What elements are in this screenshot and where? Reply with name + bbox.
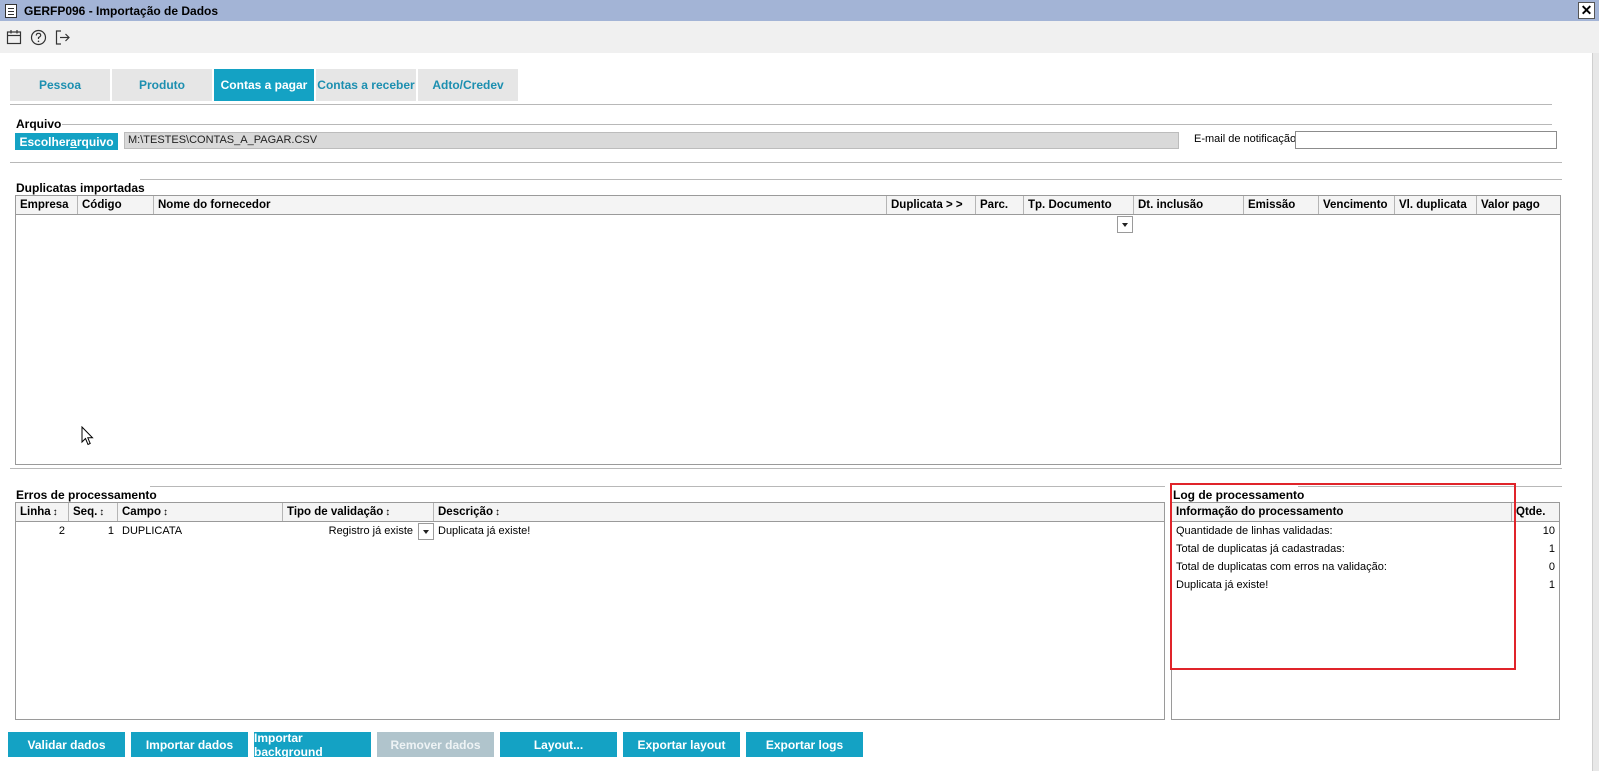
column-header[interactable]: Emissão — [1244, 196, 1319, 214]
action-bar: Validar dados Importar dados Importar ba… — [8, 731, 869, 759]
divider — [1298, 486, 1562, 487]
divider — [10, 468, 1562, 469]
table-header: Linha ↕ Seq. ↕ Campo ↕ Tipo de validação ↕ D… — [16, 503, 1164, 522]
importar-dados-button[interactable]: Importar dados — [131, 732, 248, 757]
cell-info: Total de duplicatas com erros na validaç… — [1176, 561, 1387, 573]
column-header[interactable]: Vencimento — [1319, 196, 1395, 214]
cell-seq: 1 — [107, 525, 114, 537]
tab-pessoa[interactable]: Pessoa — [10, 69, 110, 101]
email-label: E-mail de notificação — [1194, 133, 1297, 145]
column-header[interactable]: Dt. inclusão — [1134, 196, 1244, 214]
erros-table: Linha ↕ Seq. ↕ Campo ↕ Tipo de validação ↕ D… — [15, 502, 1165, 720]
column-header[interactable]: Parc. — [976, 196, 1024, 214]
cell-descricao: Duplicata já existe! — [438, 525, 531, 537]
table-row[interactable]: Total de duplicatas já cadastradas: 1 — [1172, 540, 1559, 558]
table-row[interactable]: Total de duplicatas com erros na validaç… — [1172, 558, 1559, 576]
cell-info: Quantidade de linhas validadas: — [1176, 525, 1333, 537]
column-header-descricao[interactable]: Descrição ↕ — [434, 503, 1164, 521]
layout-button[interactable]: Layout... — [500, 732, 617, 757]
importar-background-button[interactable]: Importar background — [254, 731, 371, 759]
tipo-validacao-dropdown[interactable] — [418, 523, 434, 540]
column-header[interactable]: Tp. Documento — [1024, 196, 1134, 214]
tab-contas-a-pagar[interactable]: Contas a pagar — [214, 69, 314, 101]
column-header[interactable]: Empresa — [16, 196, 78, 214]
exportar-layout-button[interactable]: Exportar layout — [623, 732, 740, 757]
sort-icon: ↕ — [494, 507, 500, 518]
divider — [62, 124, 1552, 125]
email-field[interactable] — [1295, 131, 1557, 149]
exportar-logs-button[interactable]: Exportar logs — [746, 732, 863, 757]
divider — [10, 162, 1562, 163]
cell-linha: 2 — [58, 525, 65, 537]
cell-info: Duplicata já existe! — [1176, 579, 1269, 591]
cell-qtde: 0 — [1548, 561, 1555, 573]
column-header[interactable]: Código — [78, 196, 154, 214]
table-row[interactable]: 2 1 DUPLICATA Registro já existe Duplica… — [16, 522, 1164, 540]
column-header-info[interactable]: Informação do processamento — [1172, 503, 1512, 521]
tab-contas-a-receber[interactable]: Contas a receber — [316, 69, 416, 101]
sort-icon: ↕ — [52, 507, 58, 518]
cell-qtde: 10 — [1542, 525, 1555, 537]
table-header: Empresa Código Nome do fornecedor Duplic… — [16, 196, 1560, 215]
tab-adto-credev[interactable]: Adto/Credev — [418, 69, 518, 101]
duplicatas-label: Duplicatas importadas — [16, 181, 145, 195]
divider — [150, 486, 1165, 487]
column-header[interactable]: Valor pago — [1477, 196, 1560, 214]
exit-icon[interactable] — [52, 27, 72, 47]
choose-file-button[interactable]: Escolher a rquivo — [15, 133, 118, 150]
cell-info: Total de duplicatas já cadastradas: — [1176, 543, 1345, 555]
help-icon[interactable] — [28, 27, 48, 47]
log-label: Log de processamento — [1173, 488, 1305, 502]
log-table: Informação do processamento Qtde. Quanti… — [1171, 502, 1560, 720]
column-header-seq[interactable]: Seq. ↕ — [69, 503, 118, 521]
cell-qtde: 1 — [1548, 543, 1555, 555]
validar-dados-button[interactable]: Validar dados — [8, 732, 125, 757]
erros-label: Erros de processamento — [16, 488, 157, 502]
cell-qtde: 1 — [1548, 579, 1555, 591]
mouse-cursor-icon — [81, 426, 94, 446]
remover-dados-button[interactable]: Remover dados — [377, 732, 494, 757]
tp-documento-dropdown[interactable] — [1117, 216, 1133, 233]
divider — [140, 179, 1562, 180]
column-header-linha[interactable]: Linha ↕ — [16, 503, 69, 521]
sort-icon: ↕ — [99, 507, 105, 518]
window-titlebar: GERFP096 - Importação de Dados ✕ — [0, 0, 1599, 21]
column-header-tipo[interactable]: Tipo de validação ↕ — [283, 503, 434, 521]
file-path-field[interactable]: M:\TESTES\CONTAS_A_PAGAR.CSV — [124, 132, 1179, 149]
table-row[interactable]: Quantidade de linhas validadas: 10 — [1172, 522, 1559, 540]
duplicatas-table: Empresa Código Nome do fornecedor Duplic… — [15, 195, 1561, 465]
cell-tipo: Registro já existe — [328, 525, 413, 537]
column-header-qtde[interactable]: Qtde. — [1512, 503, 1559, 521]
sort-icon: ↕ — [162, 507, 168, 518]
main-panel: Pessoa Produto Contas a pagar Contas a r… — [0, 53, 1592, 771]
table-header: Informação do processamento Qtde. — [1172, 503, 1559, 522]
column-header[interactable]: Duplicata > > — [887, 196, 976, 214]
calendar-icon[interactable] — [4, 27, 24, 47]
column-header[interactable]: Nome do fornecedor — [154, 196, 887, 214]
vertical-scrollbar[interactable] — [1592, 53, 1599, 771]
document-icon — [5, 3, 17, 18]
tab-bar: Pessoa Produto Contas a pagar Contas a r… — [10, 69, 518, 101]
sort-icon: ↕ — [385, 507, 391, 518]
tab-produto[interactable]: Produto — [112, 69, 212, 101]
arquivo-label: Arquivo — [16, 117, 62, 131]
window-title: GERFP096 - Importação de Dados — [24, 3, 219, 18]
column-header-campo[interactable]: Campo ↕ — [118, 503, 283, 521]
close-button[interactable]: ✕ — [1578, 2, 1595, 19]
toolbar — [0, 21, 1599, 53]
table-row[interactable]: Duplicata já existe! 1 — [1172, 576, 1559, 594]
divider — [10, 104, 1552, 105]
cell-campo: DUPLICATA — [122, 525, 183, 537]
column-header[interactable]: Vl. duplicata — [1395, 196, 1477, 214]
